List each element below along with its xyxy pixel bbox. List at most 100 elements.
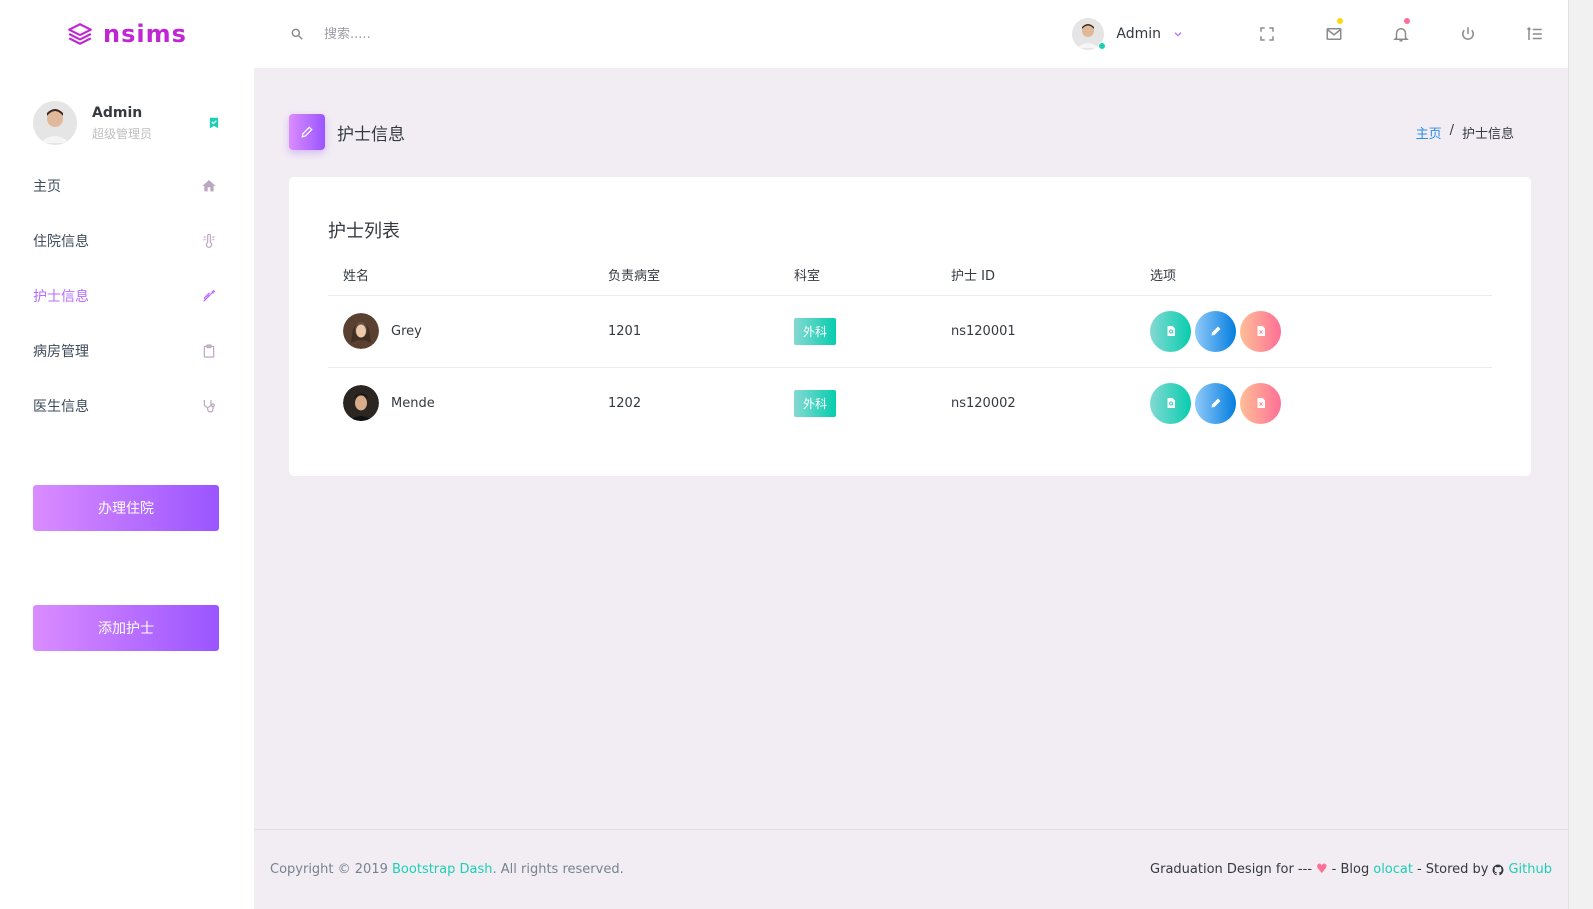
sidebar-profile[interactable]: Admin 超级管理员: [0, 68, 254, 158]
edit-icon: [1211, 326, 1220, 336]
delete-button[interactable]: [1240, 310, 1281, 352]
avatar: [343, 313, 379, 349]
home-icon: [202, 179, 216, 191]
sidebar: Admin 超级管理员 主页 住院信息 护士信息 病房管理 医生信息 办理住院 …: [0, 68, 254, 909]
search-input[interactable]: [324, 26, 624, 42]
sidebar-item-label: 医生信息: [33, 398, 89, 415]
edit-icon: [1211, 398, 1220, 408]
table-row: Mende 1202 外科 ns120002: [328, 367, 1492, 439]
fullscreen-icon: [1259, 27, 1274, 41]
table-header-row: 姓名 负责病室 科室 护士 ID 选项: [328, 255, 1492, 296]
nurse-id-cell: ns120002: [951, 395, 1016, 411]
ward-cell: 1201: [593, 295, 779, 368]
view-icon: [1167, 398, 1175, 409]
nurse-list-card: 护士列表 姓名 负责病室 科室 护士 ID 选项 Grey 1201 外科 ns…: [289, 177, 1531, 476]
department-cell: 外科: [779, 367, 936, 439]
edit-button[interactable]: [1195, 310, 1236, 352]
admit-patient-button[interactable]: 办理住院: [33, 485, 219, 531]
brand-logo[interactable]: nsims: [0, 0, 254, 68]
heart-icon: ♥: [1316, 862, 1328, 877]
nurse-id-cell: ns120001: [936, 295, 1135, 368]
power-icon: [1461, 27, 1474, 40]
nurse-name-cell: Grey: [328, 295, 593, 368]
page-icon: [289, 114, 325, 150]
view-button[interactable]: [1150, 382, 1191, 424]
breadcrumb-separator: /: [1449, 122, 1454, 138]
nurse-name: Grey: [391, 323, 422, 339]
view-button[interactable]: [1150, 310, 1191, 352]
edit-button[interactable]: [1195, 382, 1236, 424]
stethoscope-icon: [203, 399, 215, 413]
nurse-name-cell: Mende: [328, 367, 593, 439]
toggle-menu-button[interactable]: [1501, 0, 1568, 68]
bell-indicator-dot: [1404, 18, 1410, 24]
department-badge: 外科: [794, 317, 837, 345]
avatar: [1072, 18, 1107, 50]
delete-icon: [1257, 326, 1265, 336]
profile-name: Admin: [92, 104, 143, 121]
mail-indicator-dot: [1337, 18, 1343, 24]
sidebar-menu: 主页 住院信息 护士信息 病房管理 医生信息: [0, 158, 254, 433]
sidebar-item-label: 病房管理: [33, 343, 89, 360]
sidebar-item-nurse-info[interactable]: 护士信息: [0, 268, 254, 323]
footer-credits: Graduation Design for --- ♥ - Blog oloca…: [1150, 862, 1552, 877]
pencil-icon: [301, 126, 313, 138]
navbar-profile-dropdown[interactable]: Admin: [1072, 18, 1183, 50]
notifications-button[interactable]: [1367, 0, 1434, 68]
page-scrollbar[interactable]: [1568, 0, 1593, 909]
copyright-prefix: Copyright © 2019: [270, 862, 393, 877]
logout-button[interactable]: [1434, 0, 1501, 68]
sidebar-item-ward-management[interactable]: 病房管理: [0, 323, 254, 378]
sidebar-item-label: 住院信息: [33, 233, 89, 250]
nurse-table: 姓名 负责病室 科室 护士 ID 选项 Grey 1201 外科 ns12000…: [328, 255, 1492, 439]
delete-icon: [1257, 398, 1265, 409]
copyright-suffix: . All rights reserved.: [492, 862, 624, 877]
add-nurse-button[interactable]: 添加护士: [33, 605, 219, 651]
bookmark-check-icon: [209, 117, 219, 129]
footer: Copyright © 2019 Bootstrap Dash. All rig…: [254, 829, 1568, 909]
top-navbar: nsims Admin: [0, 0, 1568, 68]
search-icon: [291, 28, 303, 40]
layers-icon: [68, 23, 92, 45]
profile-role: 超级管理员: [92, 126, 153, 141]
sidebar-item-label: 主页: [33, 178, 61, 195]
search-bar: [290, 26, 690, 42]
card-title: 护士列表: [328, 221, 400, 242]
table-row: Grey 1201 外科 ns120001: [328, 295, 1492, 368]
breadcrumb-current: 护士信息: [1461, 126, 1514, 142]
blog-link[interactable]: olocat: [1373, 862, 1413, 877]
column-header-nurse-id: 护士 ID: [936, 255, 1135, 296]
footer-copyright: Copyright © 2019 Bootstrap Dash. All rig…: [270, 862, 624, 877]
chevron-down-icon: [1174, 32, 1182, 37]
sidebar-item-inpatient[interactable]: 住院信息: [0, 213, 254, 268]
breadcrumb: 主页 / 护士信息: [1416, 123, 1514, 142]
bell-icon: [1392, 28, 1409, 42]
fullscreen-button[interactable]: [1233, 0, 1300, 68]
sidebar-item-doctor-info[interactable]: 医生信息: [0, 378, 254, 433]
credits-prefix: Graduation Design for ---: [1150, 862, 1313, 877]
page-title: 护士信息: [337, 124, 405, 145]
blog-text: - Blog: [1331, 862, 1370, 877]
thermometer-icon: [203, 233, 215, 248]
nurse-name: Mende: [391, 395, 435, 411]
column-header-ward: 负责病室: [593, 255, 779, 296]
department-badge: 外科: [794, 389, 837, 417]
actions-cell: [1135, 367, 1492, 439]
column-header-name: 姓名: [328, 255, 593, 296]
avatar: [343, 385, 379, 422]
column-header-department: 科室: [779, 255, 936, 296]
breadcrumb-home-link[interactable]: 主页: [1416, 123, 1442, 142]
clipboard-icon: [203, 343, 215, 358]
bootstrap-dash-link[interactable]: Bootstrap Dash: [392, 862, 492, 877]
syringe-icon: [203, 289, 216, 302]
online-status-dot: [1098, 42, 1107, 50]
mail-icon: [1326, 28, 1341, 40]
github-icon: [1493, 864, 1504, 875]
column-header-options: 选项: [1135, 255, 1492, 296]
sidebar-item-home[interactable]: 主页: [0, 158, 254, 213]
messages-button[interactable]: [1300, 0, 1367, 68]
ward-cell: 1202: [608, 395, 642, 411]
github-link[interactable]: Github: [1508, 862, 1552, 877]
delete-button[interactable]: [1240, 382, 1281, 424]
department-cell: 外科: [779, 295, 936, 368]
